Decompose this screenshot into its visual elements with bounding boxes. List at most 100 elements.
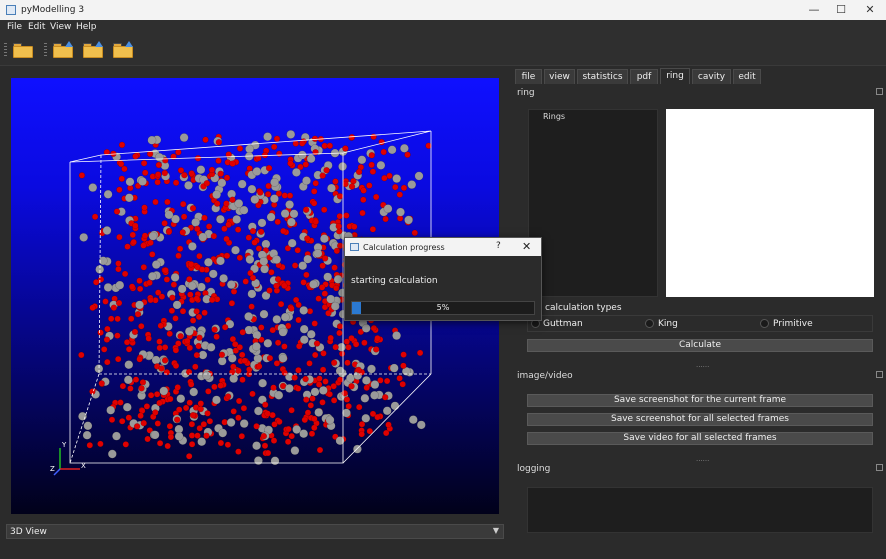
undock-icon[interactable] bbox=[876, 88, 883, 95]
oxygen-atom bbox=[234, 226, 242, 233]
tab-cavity[interactable]: cavity bbox=[692, 69, 731, 84]
radio-king[interactable] bbox=[645, 319, 654, 328]
maximize-button[interactable]: ☐ bbox=[826, 0, 856, 20]
oxygen-atom bbox=[115, 265, 122, 273]
undock-icon[interactable] bbox=[876, 464, 883, 471]
oxygen-atom bbox=[117, 399, 124, 406]
toolbar-grip[interactable] bbox=[4, 43, 7, 57]
view-select[interactable]: 3D View ▼ bbox=[6, 524, 504, 539]
oxygen-atom bbox=[116, 233, 123, 241]
radio-primitive[interactable] bbox=[760, 319, 769, 328]
tab-statistics[interactable]: statistics bbox=[577, 69, 628, 84]
silicon-atom bbox=[237, 179, 247, 189]
radio-king-label: King bbox=[658, 319, 678, 329]
oxygen-atom bbox=[271, 421, 278, 428]
silicon-atom bbox=[285, 200, 294, 210]
silicon-atom bbox=[208, 269, 218, 279]
dialog-close-button[interactable]: ✕ bbox=[522, 240, 531, 253]
oxygen-atom bbox=[208, 296, 216, 304]
oxygen-atom bbox=[223, 252, 231, 260]
oxygen-atom bbox=[265, 164, 273, 172]
undock-icon[interactable] bbox=[876, 371, 883, 378]
silicon-atom bbox=[392, 174, 402, 184]
silicon-atom bbox=[272, 314, 282, 324]
help-button[interactable]: ? bbox=[496, 241, 501, 251]
toolbar-grip[interactable] bbox=[44, 43, 47, 57]
save-video-button[interactable]: Save video for all selected frames bbox=[527, 432, 873, 445]
oxygen-atom bbox=[195, 342, 202, 350]
silicon-atom bbox=[88, 183, 98, 193]
silicon-atom bbox=[245, 255, 255, 264]
menu-view[interactable]: View bbox=[50, 22, 71, 32]
oxygen-atom bbox=[146, 279, 153, 287]
oxygen-atom bbox=[164, 198, 171, 206]
open-folder-up-icon[interactable] bbox=[52, 41, 74, 59]
oxygen-atom bbox=[383, 377, 391, 385]
oxygen-atom bbox=[369, 226, 377, 233]
oxygen-atom bbox=[229, 160, 236, 167]
logging-panel-title: logging bbox=[517, 464, 551, 474]
silicon-atom bbox=[203, 257, 213, 267]
minimize-button[interactable]: — bbox=[799, 0, 829, 20]
silicon-atom bbox=[299, 335, 309, 345]
silicon-atom bbox=[184, 326, 194, 336]
log-output[interactable] bbox=[527, 487, 873, 533]
oxygen-atom bbox=[288, 305, 295, 312]
silicon-atom bbox=[252, 441, 262, 451]
silicon-atom bbox=[229, 374, 239, 383]
oxygen-atom bbox=[281, 369, 288, 376]
silicon-atom bbox=[115, 280, 125, 290]
oxygen-atom bbox=[200, 421, 208, 428]
oxygen-atom bbox=[242, 278, 249, 285]
tab-ring[interactable]: ring bbox=[660, 68, 690, 84]
open-folder-up-icon[interactable] bbox=[112, 41, 134, 59]
oxygen-atom bbox=[202, 136, 209, 143]
oxygen-atom bbox=[179, 308, 187, 315]
oxygen-atom bbox=[193, 295, 201, 302]
rings-list[interactable]: Rings bbox=[528, 109, 658, 297]
oxygen-atom bbox=[319, 399, 326, 406]
save-screenshot-current-button[interactable]: Save screenshot for the current frame bbox=[527, 394, 873, 407]
silicon-atom bbox=[154, 152, 164, 162]
oxygen-atom bbox=[186, 275, 193, 283]
tab-edit[interactable]: edit bbox=[733, 69, 761, 84]
oxygen-atom bbox=[140, 159, 148, 167]
oxygen-atom bbox=[188, 170, 195, 177]
oxygen-atom bbox=[143, 403, 151, 410]
open-folder-icon[interactable] bbox=[12, 41, 34, 59]
menu-help[interactable]: Help bbox=[76, 22, 97, 32]
oxygen-atom bbox=[404, 151, 411, 158]
silicon-atom bbox=[247, 184, 257, 194]
save-screenshot-all-button[interactable]: Save screenshot for all selected frames bbox=[527, 413, 873, 426]
oxygen-atom bbox=[187, 291, 194, 298]
oxygen-atom bbox=[266, 287, 273, 294]
open-folder-up-icon[interactable] bbox=[82, 41, 104, 59]
silicon-atom bbox=[325, 415, 335, 425]
tab-file[interactable]: file bbox=[515, 69, 542, 84]
oxygen-atom bbox=[167, 395, 174, 403]
silicon-atom bbox=[278, 327, 288, 337]
silicon-atom bbox=[306, 154, 316, 164]
oxygen-atom bbox=[166, 423, 174, 430]
oxygen-atom bbox=[261, 442, 269, 449]
tab-pdf[interactable]: pdf bbox=[630, 69, 658, 84]
silicon-atom bbox=[164, 210, 174, 220]
tab-view[interactable]: view bbox=[544, 69, 575, 84]
silicon-atom bbox=[387, 145, 397, 155]
app-icon bbox=[350, 243, 359, 251]
calculate-button[interactable]: Calculate bbox=[527, 339, 873, 352]
oxygen-atom bbox=[287, 160, 294, 167]
oxygen-atom bbox=[313, 340, 321, 347]
close-button[interactable]: ✕ bbox=[855, 0, 885, 20]
menu-file[interactable]: File bbox=[7, 22, 22, 32]
oxygen-atom bbox=[189, 317, 197, 324]
splitter-handle[interactable]: ...... bbox=[696, 361, 709, 369]
silicon-atom bbox=[102, 226, 112, 235]
silicon-atom bbox=[215, 214, 225, 224]
oxygen-atom bbox=[322, 378, 329, 385]
oxygen-atom bbox=[108, 416, 116, 423]
splitter-handle[interactable]: ...... bbox=[696, 455, 709, 463]
silicon-atom bbox=[147, 271, 157, 281]
menu-edit[interactable]: Edit bbox=[28, 22, 45, 32]
oxygen-atom bbox=[175, 149, 182, 156]
